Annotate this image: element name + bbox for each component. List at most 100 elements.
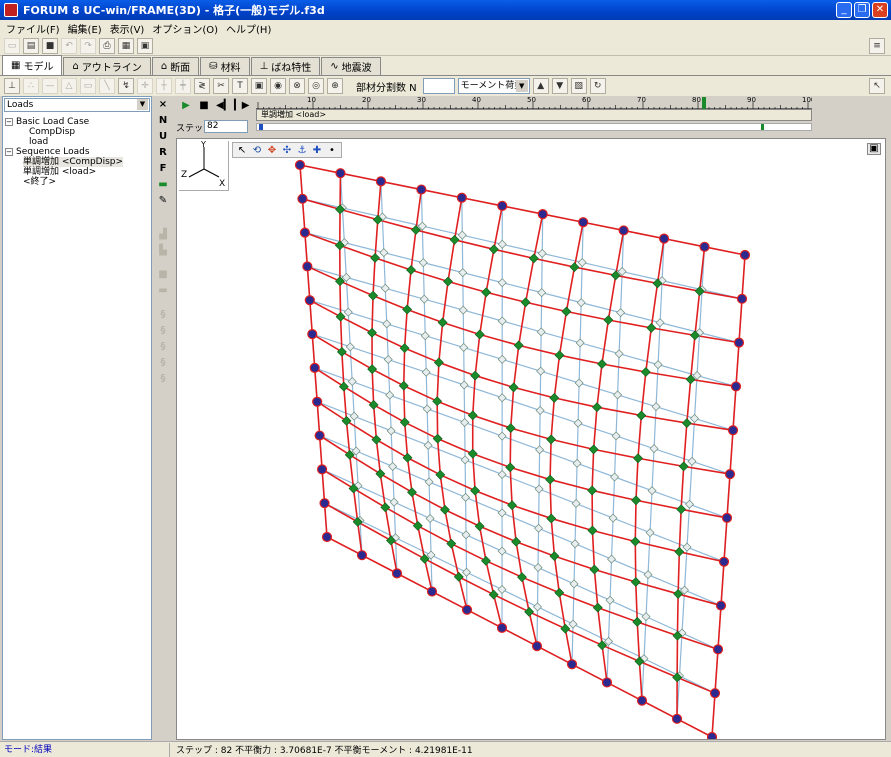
undeformed-node — [497, 278, 507, 288]
support-icon[interactable]: ⊥ — [4, 78, 20, 94]
step-input[interactable]: 82 — [204, 120, 248, 133]
division-spinner[interactable] — [422, 78, 455, 94]
scissors-icon[interactable]: ✂ — [213, 78, 229, 94]
panel-toggle-icon[interactable]: ≡ — [869, 37, 885, 54]
delete-button[interactable]: × — [156, 98, 170, 111]
refresh-icon[interactable]: ↻ — [589, 78, 606, 94]
ruler-marker[interactable] — [702, 97, 706, 109]
r-button[interactable]: R — [156, 146, 170, 159]
interior-node — [474, 521, 485, 532]
step-back-icon[interactable]: ◀▎ — [216, 100, 231, 112]
close-button[interactable]: ✕ — [872, 2, 888, 18]
restore-button[interactable]: ❐ — [854, 2, 870, 18]
undeformed-node — [424, 477, 434, 487]
redo-icon[interactable]: ↷ — [80, 37, 96, 54]
script-e-icon[interactable]: § — [156, 372, 170, 385]
chart3-icon[interactable]: ▧ — [570, 78, 587, 94]
deformed-member — [677, 634, 719, 651]
script-b-icon[interactable]: § — [156, 324, 170, 337]
minimize-button[interactable]: _ — [836, 2, 852, 18]
deformed-member — [404, 421, 438, 440]
spring-tool-icon[interactable]: ≷ — [194, 78, 210, 94]
print-icon[interactable]: ⎙ — [99, 37, 115, 54]
chart-b-icon[interactable]: ▙ — [156, 244, 170, 257]
edit-icon[interactable]: ✎ — [156, 194, 170, 207]
tab-model[interactable]: ▦ モデル — [2, 55, 63, 75]
undo-icon[interactable]: ↶ — [61, 37, 77, 54]
chart-a-icon[interactable]: ▟ — [156, 228, 170, 241]
text-icon[interactable]: T — [232, 78, 248, 94]
undeformed-node — [647, 486, 657, 496]
rect-icon[interactable]: ▭ — [80, 78, 96, 94]
deformed-member — [528, 611, 566, 630]
menu-edit[interactable]: 編集(E) — [66, 21, 108, 36]
tab-outline[interactable]: ⌂ アウトライン — [63, 57, 151, 75]
menu-file[interactable]: ファイル(F) — [4, 21, 66, 36]
undeformed-member — [348, 311, 387, 325]
menu-option[interactable]: オプション(O) — [150, 21, 224, 36]
u-button[interactable]: U — [156, 130, 170, 143]
script-a-icon[interactable]: § — [156, 308, 170, 321]
chart1-icon[interactable]: ▲ — [532, 78, 549, 94]
picture-icon[interactable]: ▣ — [251, 78, 267, 94]
undeformed-member — [541, 253, 543, 293]
chart2-icon[interactable]: ▼ — [551, 78, 568, 94]
calculate-icon[interactable]: ▣ — [137, 37, 153, 54]
split-icon[interactable]: ┼ — [156, 78, 172, 94]
mode-select[interactable]: モーメント荷重 — [457, 78, 530, 94]
script-c-icon[interactable]: § — [156, 340, 170, 353]
block-a-icon[interactable]: ■ — [156, 268, 170, 281]
tab-seismic[interactable]: ∿ 地震波 — [321, 57, 381, 75]
collapse-icon[interactable]: − — [5, 147, 13, 156]
tree-node-basic-load-case[interactable]: − Basic Load Case — [5, 117, 149, 127]
model-viewport[interactable]: Y Z X ↖ ⟲ ✥ ✣ ⚓ ✚ • ▣ — [176, 138, 886, 740]
tree-node-end[interactable]: <終了> — [5, 177, 149, 187]
step-track[interactable] — [256, 123, 812, 131]
menu-help[interactable]: ヘルプ(H) — [224, 21, 277, 36]
globe-icon[interactable]: ⊕ — [327, 78, 343, 94]
report-icon[interactable]: ▦ — [118, 37, 134, 54]
n-button[interactable]: N — [156, 114, 170, 127]
collapse-icon[interactable]: − — [5, 117, 13, 126]
tree-node-compdisp[interactable]: CompDisp — [5, 127, 149, 137]
new-file-icon[interactable]: ▭ — [4, 37, 20, 54]
triangle-icon[interactable]: △ — [61, 78, 77, 94]
step-current-marker[interactable] — [761, 124, 764, 130]
tree-node-seq-compdisp[interactable]: 単調増加 <CompDisp> — [5, 157, 149, 167]
tab-section[interactable]: ⌂ 断面 — [151, 57, 200, 75]
tab-material[interactable]: ⛁ 材料 — [200, 57, 250, 75]
interior-node — [589, 564, 600, 575]
script-d-icon[interactable]: § — [156, 356, 170, 369]
menu-view[interactable]: 表示(V) — [108, 21, 151, 36]
tree-node-sequence-loads[interactable]: − Sequence Loads — [5, 147, 149, 157]
load-icon[interactable]: ↯ — [118, 78, 134, 94]
eye-icon[interactable]: ◎ — [308, 78, 324, 94]
sphere-icon[interactable]: ◉ — [270, 78, 286, 94]
interior-node — [569, 262, 580, 272]
play-icon[interactable]: ▶ — [180, 100, 192, 112]
deformed-member — [493, 593, 530, 613]
tree-node-seq-load[interactable]: 単調増加 <load> — [5, 167, 149, 177]
save-icon[interactable]: ■ — [42, 37, 58, 54]
lock-icon[interactable]: ⊗ — [289, 78, 305, 94]
wave-icon: ∿ — [330, 61, 339, 72]
block-b-icon[interactable]: ▬ — [156, 284, 170, 297]
line-icon[interactable]: ╲ — [99, 78, 115, 94]
member-icon[interactable]: — — [42, 78, 58, 94]
node-icon[interactable]: ∴ — [23, 78, 39, 94]
loads-select[interactable]: Loads — [4, 98, 150, 112]
deformed-member — [326, 536, 363, 556]
deformed-member — [509, 466, 551, 481]
stop-icon[interactable]: ■ — [198, 100, 210, 112]
pointer-icon[interactable]: ↖ — [869, 78, 885, 94]
step-forward-icon[interactable]: ▎▶ — [234, 100, 249, 112]
color-bar-icon[interactable]: ▬ — [156, 178, 170, 191]
tab-spring[interactable]: ⊥ ばね特性 — [250, 57, 321, 75]
cross-icon[interactable]: ✛ — [137, 78, 153, 94]
f-button[interactable]: F — [156, 162, 170, 175]
deformed-member — [566, 310, 609, 321]
undeformed-member — [501, 589, 538, 608]
tree-node-load[interactable]: load — [5, 137, 149, 147]
open-folder-icon[interactable]: ▤ — [23, 37, 39, 54]
merge-icon[interactable]: ┿ — [175, 78, 191, 94]
